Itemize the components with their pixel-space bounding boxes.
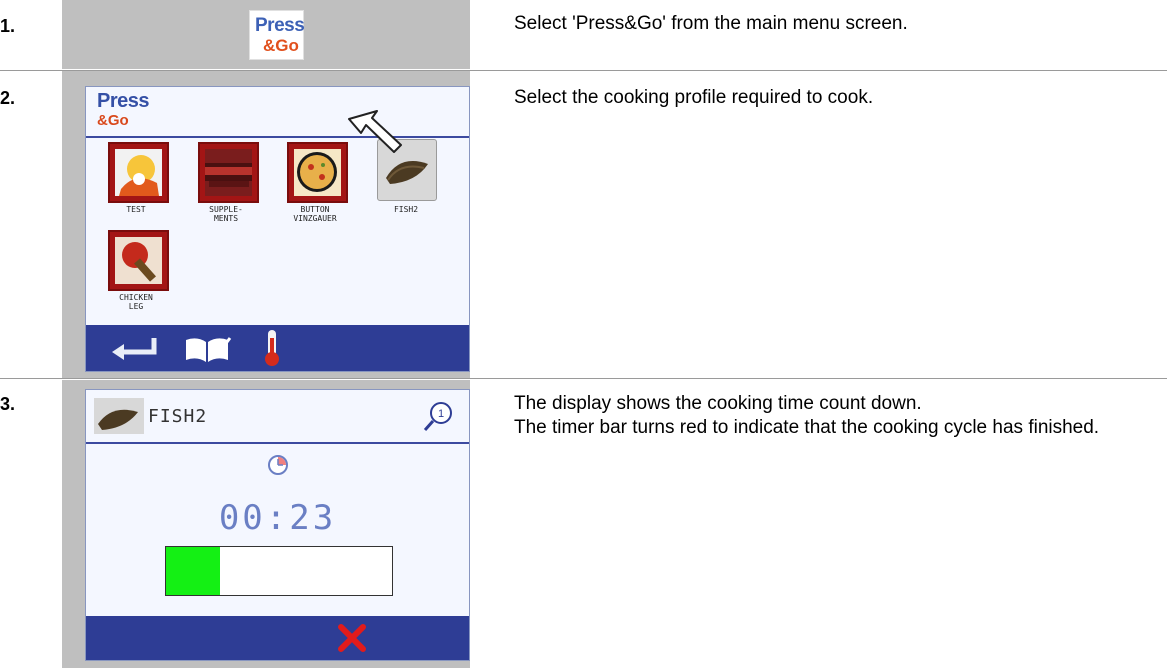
fish-profile-icon (94, 398, 144, 434)
cancel-x-icon[interactable] (336, 622, 368, 654)
supplements-profile-icon (205, 163, 252, 187)
step-description: The display shows the cooking time count… (514, 392, 1154, 440)
profile-tile-supplements[interactable] (198, 142, 259, 203)
press-go-button-label-line2: &Go (263, 36, 299, 55)
screen-header: Press &Go (86, 87, 469, 138)
profile-tile-test[interactable] (108, 142, 169, 203)
press-go-button[interactable]: Press &Go (249, 10, 305, 60)
book-edit-icon[interactable] (182, 332, 234, 364)
step-description-line: The display shows the cooking time count… (514, 393, 922, 414)
selection-arrow-icon (348, 110, 402, 153)
step-description-line: The timer bar turns red to indicate that… (514, 417, 1100, 438)
profile-label: TEST (126, 205, 146, 214)
step-number: 2. (0, 88, 16, 108)
cooking-timer-screen: FISH2 1 00:23 (85, 389, 470, 661)
pizza-profile-icon (297, 152, 337, 192)
timer-progress-fill (166, 547, 221, 595)
step-description: Select 'Press&Go' from the main menu scr… (514, 13, 908, 34)
test-profile-icon (119, 155, 159, 196)
press-go-menu-screen: Press &Go TEST SUPPLE- MENTS BUTTON VINZ… (85, 86, 470, 372)
profile-label: CHICKEN LEG (119, 293, 153, 311)
header-press-label: Press (97, 90, 150, 112)
profile-label: FISH2 (393, 205, 419, 214)
profile-name: FISH2 (148, 406, 208, 427)
profile-label: BUTTON VINZGAUER (293, 205, 337, 223)
magnifier-badge: 1 (438, 408, 444, 420)
divider (0, 378, 1167, 379)
thermometer-icon[interactable] (261, 328, 283, 368)
clock-icon (268, 455, 288, 475)
magnifier-icon[interactable]: 1 (421, 400, 455, 434)
screen-header: FISH2 1 (86, 390, 469, 444)
screen-footer-bar (86, 616, 469, 660)
profile-label: SUPPLE- MENTS (209, 205, 243, 223)
countdown-timer: 00:23 (218, 498, 337, 538)
timer-progress-bar (165, 546, 393, 596)
step-number: 3. (0, 394, 16, 414)
profile-tile-chicken-leg[interactable] (108, 230, 169, 291)
press-go-button-label-line1: Press (255, 15, 305, 36)
step-number: 1. (0, 16, 16, 36)
header-go-label: &Go (97, 112, 129, 129)
back-arrow-icon[interactable] (106, 334, 158, 362)
step-description: Select the cooking profile required to c… (514, 87, 874, 108)
chicken-leg-profile-icon (122, 242, 156, 282)
screen-footer-bar (86, 325, 469, 371)
